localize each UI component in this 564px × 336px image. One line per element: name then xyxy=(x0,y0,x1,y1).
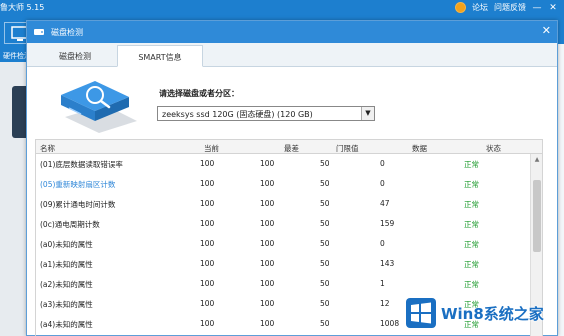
cell-status: 正常 xyxy=(464,240,479,249)
cell-name: (a2)未知的属性 xyxy=(40,280,93,289)
header-status[interactable]: 状态 xyxy=(486,143,501,154)
disk-select[interactable]: zeeksys ssd 120G (固态硬盘) (120 GB) ▼ xyxy=(157,106,375,121)
cell-cur: 100 xyxy=(200,159,215,168)
forum-link[interactable]: 论坛 xyxy=(472,2,488,13)
cell-status: 正常 xyxy=(464,260,479,269)
header-name[interactable]: 名称 xyxy=(40,143,55,154)
cell-worst: 100 xyxy=(260,219,275,228)
cell-cur: 100 xyxy=(200,219,215,228)
cell-thr: 50 xyxy=(320,159,330,168)
cell-raw: 0 xyxy=(380,179,385,188)
cell-raw: 12 xyxy=(380,299,390,308)
cell-raw: 1 xyxy=(380,279,385,288)
table-row[interactable]: (a1)未知的属性 100 100 50 143 正常 xyxy=(36,254,542,274)
cell-name: (0c)通电周期计数 xyxy=(40,220,100,229)
cell-raw: 143 xyxy=(380,259,395,268)
cell-cur: 100 xyxy=(200,259,215,268)
cell-worst: 100 xyxy=(260,179,275,188)
cell-status: 正常 xyxy=(464,180,479,189)
cell-thr: 50 xyxy=(320,199,330,208)
header-data[interactable]: 数据 xyxy=(412,143,427,154)
cell-name: (a4)未知的属性 xyxy=(40,320,93,329)
cell-status: 正常 xyxy=(464,280,479,289)
cell-status: 正常 xyxy=(464,160,479,169)
cell-raw: 1008 xyxy=(380,319,400,328)
watermark: Win8系统之家 xyxy=(406,298,544,328)
cell-raw: 0 xyxy=(380,159,385,168)
disk-select-value: zeeksys ssd 120G (固态硬盘) (120 GB) xyxy=(162,110,313,119)
cell-name: (09)累计通电时间计数 xyxy=(40,200,116,209)
header-threshold[interactable]: 门限值 xyxy=(336,143,359,154)
dialog-title: 磁盘检测 xyxy=(51,28,83,37)
table-row[interactable]: (a2)未知的属性 100 100 50 1 正常 xyxy=(36,274,542,294)
cell-cur: 100 xyxy=(200,299,215,308)
minimize-icon[interactable]: — xyxy=(532,3,542,13)
cell-worst: 100 xyxy=(260,299,275,308)
cell-worst: 100 xyxy=(260,239,275,248)
cell-raw: 47 xyxy=(380,199,390,208)
cell-raw: 159 xyxy=(380,219,395,228)
close-icon[interactable]: ✕ xyxy=(542,24,551,37)
cell-thr: 50 xyxy=(320,299,330,308)
table-row[interactable]: (09)累计通电时间计数 100 100 50 47 正常 xyxy=(36,194,542,214)
cell-thr: 50 xyxy=(320,259,330,268)
cell-thr: 50 xyxy=(320,279,330,288)
app-title: 鲁大师 5.15 xyxy=(0,3,45,12)
cell-cur: 100 xyxy=(200,239,215,248)
disk-check-dialog: 磁盘检测 ✕ 磁盘检测 SMART信息 请选择磁盘或者分区： zeeksys s… xyxy=(26,20,558,336)
cell-name: (a3)未知的属性 xyxy=(40,300,93,309)
feedback-link[interactable]: 问题反馈 xyxy=(494,2,526,13)
cell-cur: 100 xyxy=(200,179,215,188)
table-row[interactable]: (a0)未知的属性 100 100 50 0 正常 xyxy=(36,234,542,254)
cell-status: 正常 xyxy=(464,200,479,209)
windows-logo-icon xyxy=(406,298,436,328)
hard-disk-icon xyxy=(61,81,137,133)
tab-disk-check[interactable]: 磁盘检测 xyxy=(33,45,117,67)
scrollbar-thumb[interactable] xyxy=(533,180,541,252)
chevron-down-icon[interactable]: ▼ xyxy=(361,107,374,120)
header-worst[interactable]: 最差 xyxy=(284,143,299,154)
table-row[interactable]: (0c)通电周期计数 100 100 50 159 正常 xyxy=(36,214,542,234)
cell-raw: 0 xyxy=(380,239,385,248)
cell-thr: 50 xyxy=(320,239,330,248)
coin-icon[interactable] xyxy=(455,2,466,13)
cell-cur: 100 xyxy=(200,279,215,288)
cell-name: (05)重新映射扇区计数 xyxy=(40,180,116,189)
scroll-up-icon[interactable]: ▲ xyxy=(531,154,542,166)
disk-select-label: 请选择磁盘或者分区： xyxy=(159,89,239,98)
cell-worst: 100 xyxy=(260,199,275,208)
app-header-actions: 论坛 问题反馈 — ✕ xyxy=(455,2,558,13)
dialog-titlebar[interactable]: 磁盘检测 ✕ xyxy=(27,21,557,43)
cell-worst: 100 xyxy=(260,279,275,288)
header-current[interactable]: 当前 xyxy=(204,143,219,154)
table-header: 名称 当前 最差 门限值 数据 状态 xyxy=(36,140,542,154)
cell-worst: 100 xyxy=(260,159,275,168)
tab-smart-info[interactable]: SMART信息 xyxy=(117,45,203,67)
cell-name: (01)底层数据读取错误率 xyxy=(40,160,123,169)
disk-icon xyxy=(34,29,44,35)
table-row[interactable]: (05)重新映射扇区计数 100 100 50 0 正常 xyxy=(36,174,542,194)
table-row[interactable]: (01)底层数据读取错误率 100 100 50 0 正常 xyxy=(36,154,542,174)
cell-thr: 50 xyxy=(320,219,330,228)
cell-thr: 50 xyxy=(320,319,330,328)
cell-worst: 100 xyxy=(260,259,275,268)
tab-bar: 磁盘检测 SMART信息 xyxy=(27,43,557,67)
cell-name: (a0)未知的属性 xyxy=(40,240,93,249)
close-app-icon[interactable]: ✕ xyxy=(548,3,558,13)
cell-name: (a1)未知的属性 xyxy=(40,260,93,269)
cell-cur: 100 xyxy=(200,199,215,208)
cell-thr: 50 xyxy=(320,179,330,188)
cell-cur: 100 xyxy=(200,319,215,328)
cell-status: 正常 xyxy=(464,220,479,229)
watermark-text: Win8系统之家 xyxy=(441,304,544,323)
cell-worst: 100 xyxy=(260,319,275,328)
